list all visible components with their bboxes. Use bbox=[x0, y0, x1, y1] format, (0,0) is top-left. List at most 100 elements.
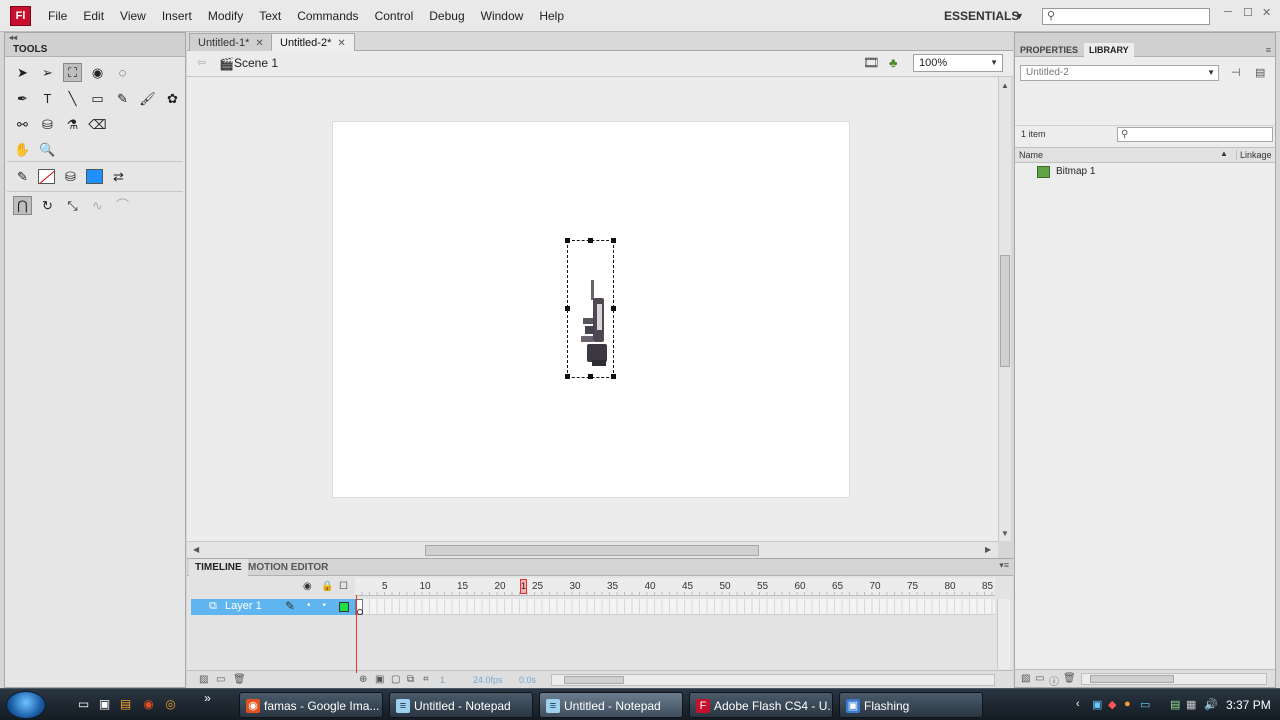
transform-handle[interactable] bbox=[611, 374, 616, 379]
wifi-tray-icon[interactable]: ▦ bbox=[1186, 698, 1196, 711]
menu-help[interactable]: Help bbox=[531, 0, 572, 32]
panel-menu-icon[interactable]: ≡ bbox=[1266, 45, 1271, 55]
eyedropper-icon[interactable]: ⚗ bbox=[63, 115, 82, 134]
chevron-down-icon[interactable]: ▼ bbox=[990, 55, 998, 71]
scroll-thumb[interactable] bbox=[425, 545, 759, 556]
deco-icon[interactable]: ✿ bbox=[163, 89, 182, 108]
tab-untitled-2[interactable]: Untitled-2* ✕ bbox=[271, 33, 355, 51]
firefox-icon[interactable]: ◉ bbox=[141, 697, 156, 711]
taskbar-notepad-1[interactable]: ≡ Untitled - Notepad bbox=[389, 692, 533, 718]
subselection-icon[interactable]: ➢ bbox=[38, 63, 57, 82]
brush-icon[interactable]: 🖌 bbox=[138, 89, 157, 108]
close-icon[interactable]: ✕ bbox=[337, 38, 345, 49]
chevron-down-icon[interactable]: ▼ bbox=[1015, 0, 1024, 32]
3d-rotation-icon[interactable]: ◉ bbox=[88, 63, 107, 82]
layer-visibility-dots[interactable]: •• bbox=[307, 600, 338, 611]
column-name[interactable]: Name bbox=[1019, 150, 1043, 160]
transform-handle[interactable] bbox=[588, 238, 593, 243]
transform-handle[interactable] bbox=[565, 374, 570, 379]
column-linkage[interactable]: Linkage bbox=[1236, 150, 1272, 160]
menu-text[interactable]: Text bbox=[251, 0, 289, 32]
workspace-switcher[interactable]: ESSENTIALS bbox=[944, 0, 1019, 32]
update-tray-icon[interactable]: ● bbox=[1124, 698, 1131, 710]
volume-icon[interactable]: 🔊 bbox=[1204, 698, 1218, 711]
stage-vertical-scrollbar[interactable]: ▲ ▼ bbox=[998, 77, 1011, 541]
taskbar-notepad-2[interactable]: ≡ Untitled - Notepad bbox=[539, 692, 683, 718]
delete-icon[interactable]: 🗑 bbox=[233, 674, 246, 685]
security-tray-icon[interactable]: ◆ bbox=[1108, 698, 1116, 711]
stroke-color-swatch[interactable] bbox=[38, 169, 55, 184]
chevron-down-icon[interactable]: ▼ bbox=[1207, 66, 1215, 80]
transform-handle[interactable] bbox=[565, 238, 570, 243]
pencil-icon[interactable]: ✎ bbox=[113, 89, 132, 108]
free-transform-icon[interactable]: ⛶ bbox=[63, 63, 82, 82]
edit-symbols-icon[interactable]: ♣ bbox=[889, 55, 898, 70]
layer-row[interactable]: ⧉ Layer 1 ✎ •• bbox=[191, 599, 995, 615]
scene-label[interactable]: Scene 1 bbox=[234, 56, 278, 70]
menu-control[interactable]: Control bbox=[367, 0, 422, 32]
text-icon[interactable]: T bbox=[38, 89, 57, 108]
folder-icon[interactable]: ▤ bbox=[118, 697, 133, 711]
menu-debug[interactable]: Debug bbox=[421, 0, 472, 32]
eye-icon[interactable]: ◉ bbox=[303, 581, 312, 592]
transform-selection[interactable] bbox=[565, 238, 616, 379]
network-tray-icon[interactable]: ▣ bbox=[1092, 698, 1102, 711]
line-icon[interactable]: ╲ bbox=[63, 89, 82, 108]
layer-frames[interactable] bbox=[355, 599, 995, 615]
zoom-icon[interactable]: 🔍 bbox=[38, 140, 57, 159]
tab-untitled-1[interactable]: Untitled-1* ✕ bbox=[189, 33, 273, 51]
scroll-left-icon[interactable]: ◀ bbox=[193, 545, 199, 554]
scroll-thumb[interactable] bbox=[1090, 675, 1174, 683]
show-desktop-icon[interactable]: ▭ bbox=[76, 697, 91, 711]
stroke-color-icon[interactable]: ✎ bbox=[13, 167, 32, 186]
transform-handle[interactable] bbox=[611, 238, 616, 243]
library-search-input[interactable]: ⚲ bbox=[1117, 127, 1273, 142]
chevron-left-icon[interactable]: ‹ bbox=[1076, 698, 1080, 710]
menu-window[interactable]: Window bbox=[473, 0, 532, 32]
menu-commands[interactable]: Commands bbox=[289, 0, 366, 32]
lock-icon[interactable]: 🔒 bbox=[321, 581, 333, 592]
clock[interactable]: 3:37 PM bbox=[1226, 689, 1271, 720]
start-button[interactable] bbox=[6, 691, 46, 719]
chevron-right-icon[interactable]: » bbox=[200, 691, 215, 705]
tab-library[interactable]: LIBRARY bbox=[1084, 43, 1134, 57]
outline-icon[interactable]: ☐ bbox=[339, 581, 348, 592]
device-tray-icon[interactable]: ▤ bbox=[1170, 698, 1180, 711]
switch-windows-icon[interactable]: ▣ bbox=[97, 697, 112, 711]
hand-icon[interactable]: ✋ bbox=[13, 140, 32, 159]
new-symbol-icon[interactable]: ▨ bbox=[1021, 673, 1030, 684]
tab-motion-editor[interactable]: MOTION EDITOR bbox=[242, 559, 334, 576]
library-document-select[interactable]: Untitled-2 ▼ bbox=[1020, 65, 1219, 81]
layer-name-cell[interactable]: ⧉ Layer 1 ✎ •• bbox=[191, 599, 355, 615]
stage[interactable] bbox=[333, 122, 849, 497]
collapse-icon[interactable]: ◂◂ bbox=[9, 33, 17, 43]
library-horizontal-scrollbar[interactable] bbox=[1081, 673, 1267, 685]
pen-icon[interactable]: ✒ bbox=[13, 89, 32, 108]
frame-rate[interactable]: 24.0fps bbox=[473, 675, 503, 685]
center-frame-icon[interactable]: ⊕ bbox=[359, 674, 367, 685]
lasso-icon[interactable]: ◌ bbox=[113, 63, 132, 82]
delete-icon[interactable]: 🗑 bbox=[1063, 673, 1076, 684]
timeline-horizontal-scrollbar[interactable] bbox=[551, 674, 995, 686]
pin-icon[interactable]: ⊣ bbox=[1231, 66, 1241, 79]
taskbar-firefox[interactable]: ◉ famas - Google Ima... bbox=[239, 692, 383, 718]
rectangle-icon[interactable]: ▭ bbox=[88, 89, 107, 108]
playhead[interactable]: 1 bbox=[520, 579, 527, 594]
scroll-thumb[interactable] bbox=[1000, 255, 1010, 367]
new-library-panel-icon[interactable]: ▤ bbox=[1255, 66, 1265, 79]
minimize-icon[interactable]: ─ bbox=[1224, 6, 1232, 18]
snap-icon[interactable]: ⋂ bbox=[13, 196, 32, 215]
scroll-right-icon[interactable]: ▶ bbox=[985, 545, 991, 554]
sort-asc-icon[interactable]: ▲ bbox=[1220, 149, 1228, 158]
scroll-up-icon[interactable]: ▲ bbox=[1001, 81, 1009, 90]
menu-insert[interactable]: Insert bbox=[154, 0, 200, 32]
layer-outline-color[interactable] bbox=[339, 602, 349, 612]
rotate-skew-icon[interactable]: ↻ bbox=[38, 196, 57, 215]
close-icon[interactable]: ✕ bbox=[1262, 6, 1271, 19]
panel-menu-icon[interactable]: ▾≡ bbox=[999, 560, 1009, 571]
help-search-input[interactable]: ⚲ bbox=[1042, 8, 1210, 25]
zoom-select[interactable]: 100% ▼ bbox=[913, 54, 1003, 72]
menu-view[interactable]: View bbox=[112, 0, 154, 32]
taskbar-flash[interactable]: F Adobe Flash CS4 - U... bbox=[689, 692, 833, 718]
stage-horizontal-scrollbar[interactable]: ◀ ▶ bbox=[187, 541, 998, 558]
